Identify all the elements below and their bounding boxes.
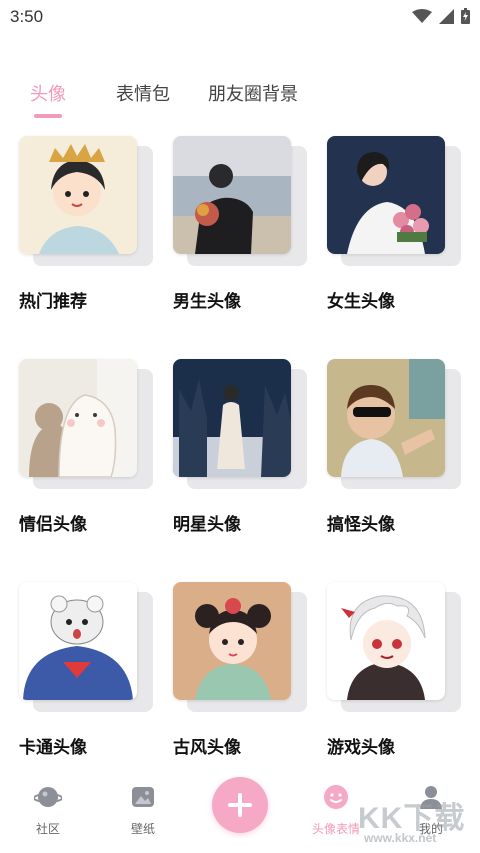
card-thumbnail-stack	[173, 359, 309, 489]
couples-thumbnail	[19, 359, 137, 477]
card-thumbnail-stack	[173, 136, 309, 266]
hot-thumbnail	[19, 136, 137, 254]
nav-label: 壁纸	[130, 822, 155, 836]
battery-icon	[461, 8, 470, 24]
nav-label: 社区	[35, 822, 60, 836]
category-card-boys[interactable]: 男生头像	[173, 136, 313, 336]
category-card-girls[interactable]: 女生头像	[327, 136, 467, 336]
category-label: 情侣头像	[19, 515, 87, 535]
tab-avatar[interactable]: 头像	[30, 80, 66, 106]
card-thumbnail-stack	[19, 136, 155, 266]
tab-stickers[interactable]: 表情包	[116, 80, 170, 106]
category-label: 搞怪头像	[327, 515, 395, 535]
category-label: 卡通头像	[19, 738, 87, 758]
status-icons	[412, 8, 470, 24]
category-label: 女生头像	[327, 292, 395, 312]
add-button[interactable]	[212, 777, 268, 833]
boys-thumbnail	[173, 136, 291, 254]
girls-thumbnail	[327, 136, 445, 254]
category-card-ancient[interactable]: 古风头像	[173, 582, 313, 782]
card-thumbnail-stack	[19, 582, 155, 712]
games-thumbnail	[327, 582, 445, 700]
image-icon	[132, 787, 154, 807]
category-card-hot[interactable]: 热门推荐	[19, 136, 159, 336]
category-card-couples[interactable]: 情侣头像	[19, 359, 159, 559]
planet-icon	[34, 787, 62, 807]
card-thumbnail-stack	[327, 582, 463, 712]
category-card-celebrities[interactable]: 明星头像	[173, 359, 313, 559]
nav-label: 头像表情	[311, 822, 360, 836]
status-bar: 3:50	[0, 0, 480, 34]
category-card-games[interactable]: 游戏头像	[327, 582, 467, 782]
card-thumbnail-stack	[173, 582, 309, 712]
category-label: 古风头像	[173, 738, 241, 758]
category-card-cartoon[interactable]: 卡通头像	[19, 582, 159, 782]
category-tabs: 头像 表情包 朋友圈背景	[0, 80, 480, 120]
nav-label: 我的	[418, 822, 443, 836]
bottom-nav: 社区 壁纸 头像表情 我的	[0, 775, 480, 853]
category-label: 男生头像	[173, 292, 241, 312]
plus-icon	[228, 793, 252, 817]
category-card-funny[interactable]: 搞怪头像	[327, 359, 467, 559]
tab-moments-background[interactable]: 朋友圈背景	[208, 80, 298, 106]
category-label: 明星头像	[173, 515, 241, 535]
tab-active-indicator	[34, 114, 62, 118]
nav-community[interactable]: 社区	[13, 783, 83, 837]
smiley-icon	[324, 785, 348, 809]
funny-thumbnail	[327, 359, 445, 477]
card-thumbnail-stack	[327, 136, 463, 266]
nav-wallpaper[interactable]: 壁纸	[108, 783, 178, 837]
nav-mine[interactable]: 我的	[396, 783, 466, 837]
category-label: 游戏头像	[327, 738, 395, 758]
nav-avatar-emoji[interactable]: 头像表情	[301, 783, 371, 837]
signal-icon	[439, 8, 454, 24]
category-label: 热门推荐	[19, 292, 87, 312]
wifi-icon	[412, 8, 432, 23]
status-time: 3:50	[10, 7, 44, 26]
card-thumbnail-stack	[19, 359, 155, 489]
cartoon-thumbnail	[19, 582, 137, 700]
profile-icon	[420, 786, 442, 809]
card-thumbnail-stack	[327, 359, 463, 489]
celebrities-thumbnail	[173, 359, 291, 477]
ancient-thumbnail	[173, 582, 291, 700]
